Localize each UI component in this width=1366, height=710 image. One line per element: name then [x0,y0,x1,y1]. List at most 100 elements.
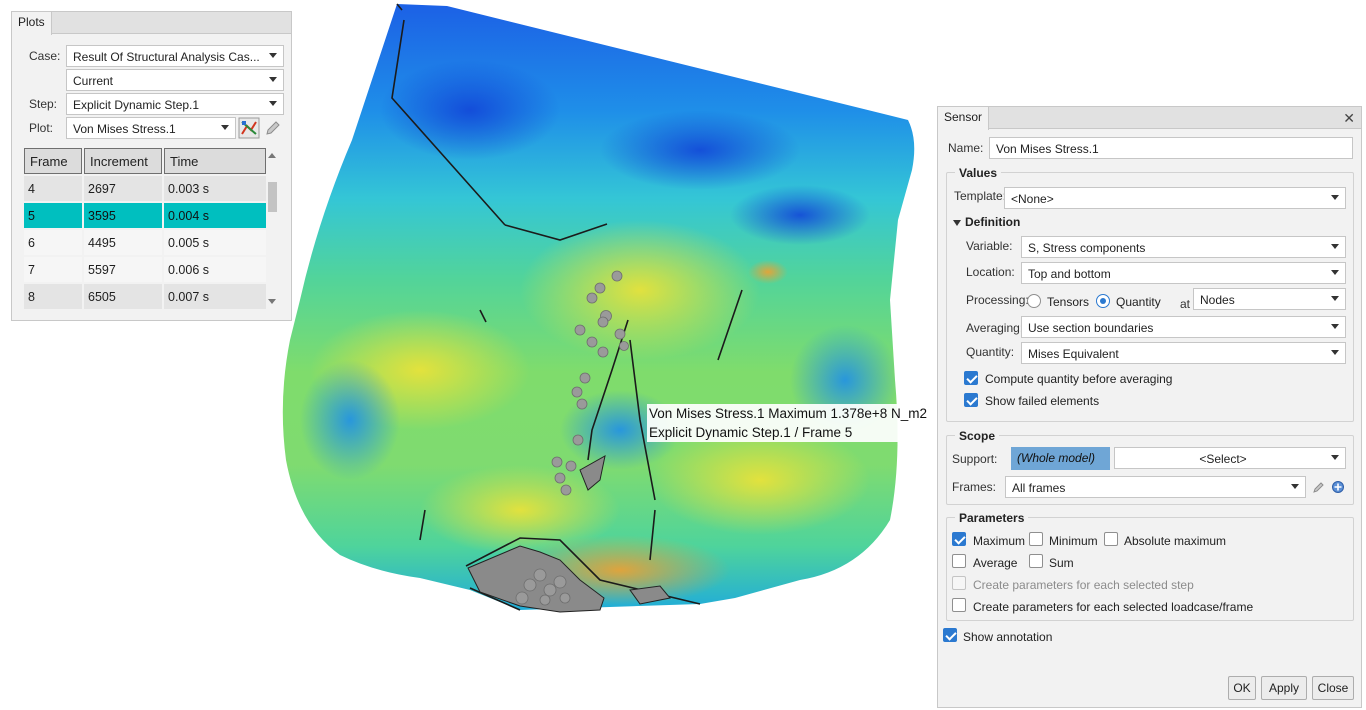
name-value: Von Mises Stress.1 [996,142,1099,156]
at-label: at [1180,297,1191,311]
close-icon[interactable]: ✕ [1343,110,1355,127]
parameters-group-title: Parameters [955,511,1029,525]
sensor-tabstrip: Sensor ✕ [938,107,1361,130]
step-label: Step: [29,97,58,111]
each-step-label: Create parameters for each selected step [973,578,1194,592]
table-header-row: Frame Increment Time [24,148,266,174]
cell-increment: 6505 [84,284,162,309]
location-dropdown[interactable]: Top and bottom [1021,262,1346,284]
chevron-down-icon [269,101,277,106]
edit-pencil-icon[interactable] [1312,480,1326,497]
support-select-dropdown[interactable]: <Select> [1114,447,1346,469]
quantity-radio[interactable] [1096,294,1110,308]
whole-model-chip[interactable]: (Whole model) [1011,447,1110,470]
sum-label: Sum [1049,556,1074,570]
support-label: Support: [952,452,998,466]
cell-increment: 5597 [84,257,162,282]
annotation-line-2: Explicit Dynamic Step.1 / Frame 5 [649,425,853,440]
frames-value: All frames [1012,481,1066,495]
tab-plots[interactable]: Plots [12,12,52,35]
cell-time: 0.006 s [164,257,266,282]
tensors-label: Tensors [1047,295,1090,309]
averaging-label: Averaging: [966,321,1024,335]
cell-increment: 2697 [84,176,162,201]
ok-button[interactable]: OK [1228,676,1256,700]
chevron-down-icon [1331,244,1339,249]
averaging-dropdown[interactable]: Use section boundaries [1021,316,1346,338]
add-target-icon[interactable] [1331,480,1345,497]
sum-checkbox[interactable] [1029,554,1043,568]
name-label: Name: [948,141,984,155]
chevron-down-icon [1291,484,1299,489]
case-subset-value: Current [73,74,114,88]
apply-button[interactable]: Apply [1261,676,1307,700]
minimum-label: Minimum [1049,534,1098,548]
cell-increment: 4495 [84,230,162,255]
table-row[interactable]: 4 2697 0.003 s [24,176,266,201]
case-subset-dropdown[interactable]: Current [66,69,284,91]
average-label: Average [973,556,1018,570]
maximum-checkbox[interactable] [952,532,966,546]
chevron-down-icon [1331,455,1339,460]
at-value: Nodes [1200,293,1235,307]
plot-settings-icon[interactable] [238,117,260,139]
cell-time: 0.003 s [164,176,266,201]
variable-label: Variable: [966,239,1013,253]
table-row[interactable]: 6 4495 0.005 s [24,230,266,255]
quantity-label: Quantity: [966,345,1015,359]
absolute-maximum-label: Absolute maximum [1124,534,1227,548]
compute-before-averaging-checkbox[interactable] [964,371,978,385]
quantity-dropdown[interactable]: Mises Equivalent [1021,342,1346,364]
maximum-label: Maximum [973,534,1026,548]
absolute-maximum-checkbox[interactable] [1104,532,1118,546]
frames-table: Frame Increment Time 4 2697 0.003 s 5 35… [22,146,268,311]
step-dropdown[interactable]: Explicit Dynamic Step.1 [66,93,284,115]
chevron-down-icon [1331,195,1339,200]
each-step-checkbox[interactable] [952,576,966,590]
chevron-down-icon [1331,350,1339,355]
column-header-frame[interactable]: Frame [24,148,82,174]
edit-pencil-icon[interactable] [262,117,284,139]
plots-tabstrip: Plots [12,12,291,35]
cell-increment: 3595 [84,203,162,228]
processing-label: Processing: [966,293,1029,307]
collapse-triangle-icon[interactable] [953,220,961,226]
case-dropdown[interactable]: Result Of Structural Analysis Cas... [66,45,284,67]
table-row-selected[interactable]: 5 3595 0.004 s [24,203,266,228]
variable-dropdown[interactable]: S, Stress components [1021,236,1346,258]
variable-value: S, Stress components [1028,241,1146,255]
cell-frame: 4 [24,176,82,201]
cell-time: 0.007 s [164,284,266,309]
definition-group-title: Definition [965,215,1021,229]
at-dropdown[interactable]: Nodes [1193,288,1346,310]
name-field[interactable]: Von Mises Stress.1 [989,137,1353,159]
each-loadcase-checkbox[interactable] [952,598,966,612]
compute-before-averaging-label: Compute quantity before averaging [985,372,1173,386]
chevron-down-icon [269,53,277,58]
quantity-radio-label: Quantity [1116,295,1161,309]
show-annotation-checkbox[interactable] [943,628,957,642]
show-annotation-label: Show annotation [963,630,1053,644]
table-row[interactable]: 7 5597 0.006 s [24,257,266,282]
plot-dropdown[interactable]: Von Mises Stress.1 [66,117,236,139]
minimum-checkbox[interactable] [1029,532,1043,546]
column-header-time[interactable]: Time [164,148,266,174]
tensors-radio[interactable] [1027,294,1041,308]
frames-label: Frames: [952,480,997,494]
tab-sensor[interactable]: Sensor [938,107,990,130]
values-group-title: Values [955,166,1002,180]
table-row[interactable]: 8 6505 0.007 s [24,284,266,309]
show-failed-label: Show failed elements [985,394,1100,408]
show-failed-checkbox[interactable] [964,393,978,407]
average-checkbox[interactable] [952,554,966,568]
close-button[interactable]: Close [1312,676,1354,700]
chevron-down-icon [1331,296,1339,301]
frames-dropdown[interactable]: All frames [1005,476,1306,498]
annotation-line-1: Von Mises Stress.1 Maximum 1.378e+8 N_m2 [649,406,927,421]
table-scrollbar[interactable] [265,148,279,310]
template-dropdown[interactable]: <None> [1004,187,1346,209]
cell-frame: 7 [24,257,82,282]
chevron-down-icon [221,125,229,130]
quantity-value: Mises Equivalent [1028,347,1119,361]
column-header-increment[interactable]: Increment [84,148,162,174]
